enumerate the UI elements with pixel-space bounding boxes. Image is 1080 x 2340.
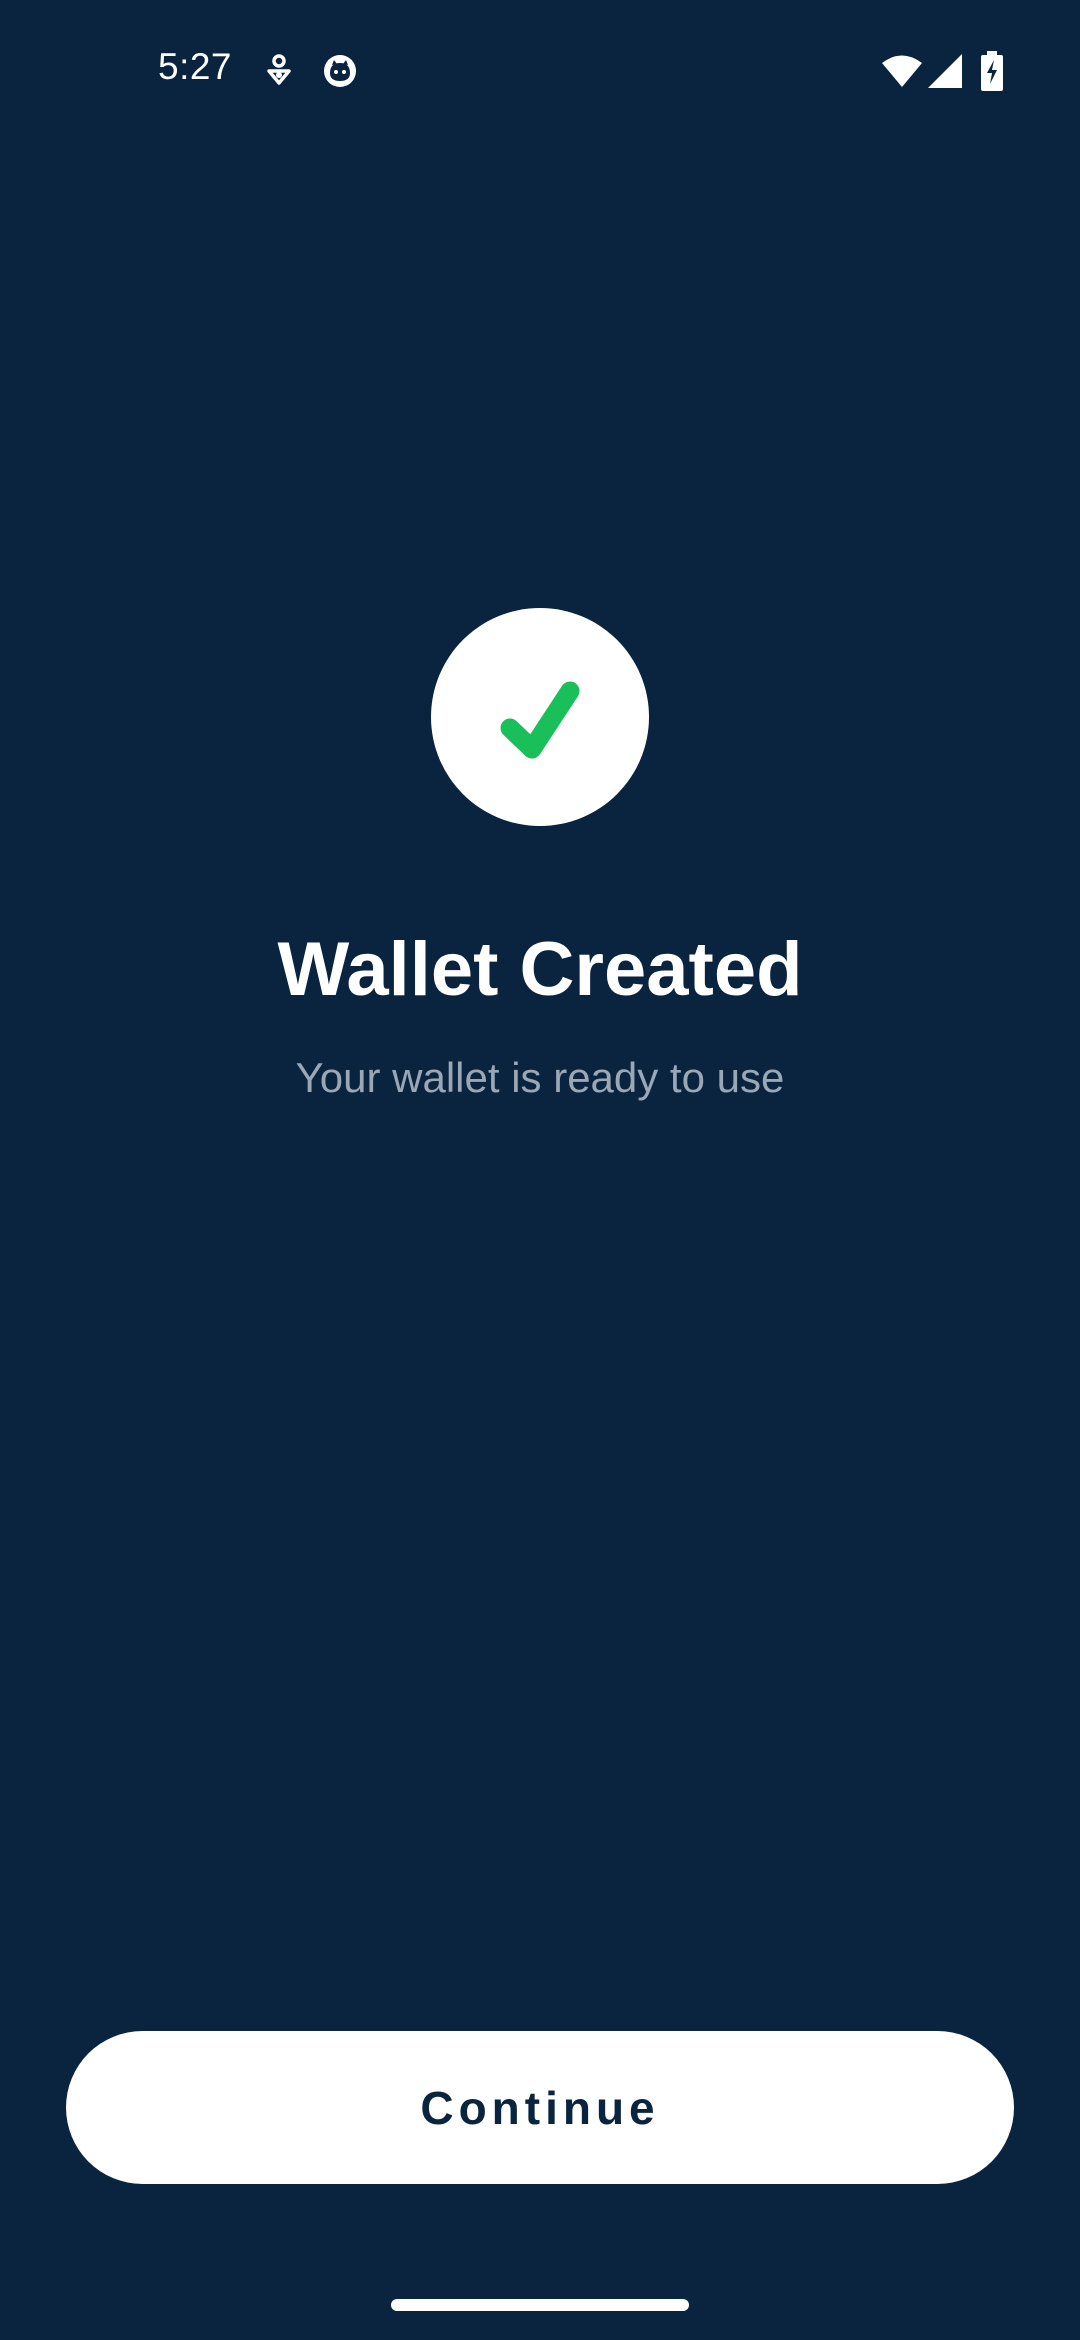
home-indicator[interactable] xyxy=(391,2299,689,2311)
nfc-pay-icon xyxy=(267,54,291,85)
continue-button[interactable]: Continue xyxy=(66,2031,1014,2184)
battery-charging-icon xyxy=(981,51,1003,91)
page-subtitle: Your wallet is ready to use xyxy=(295,1054,785,1101)
status-time: 5:27 xyxy=(158,46,233,87)
checkmark-icon xyxy=(500,681,580,759)
face-icon xyxy=(324,55,356,87)
wifi-icon xyxy=(882,55,922,87)
status-bar: 5:27 xyxy=(0,0,1080,140)
page-title: Wallet Created xyxy=(277,927,803,1012)
success-badge xyxy=(431,608,649,826)
cell-signal-icon xyxy=(928,54,962,88)
